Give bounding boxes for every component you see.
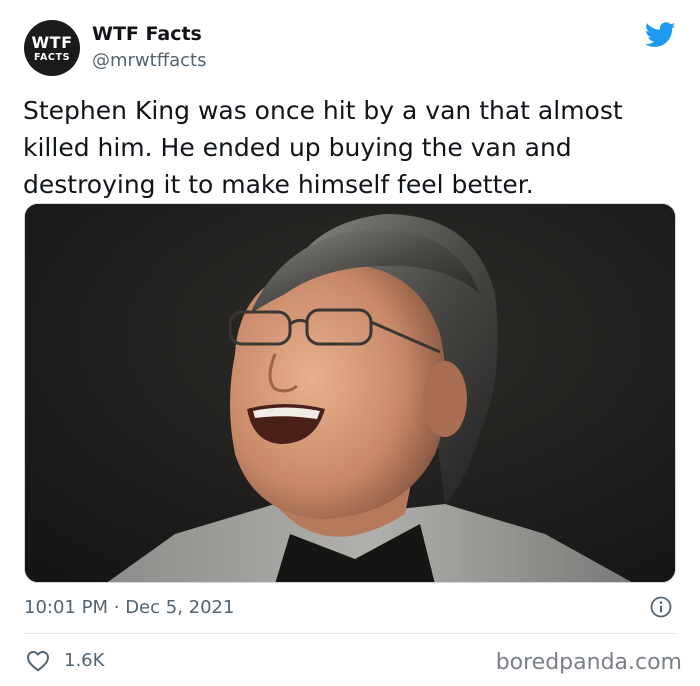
like-count[interactable]: 1.6K xyxy=(64,650,104,671)
info-icon[interactable] xyxy=(650,596,672,618)
avatar[interactable]: WTF FACTS xyxy=(24,20,80,76)
tweet-date: Dec 5, 2021 xyxy=(125,597,235,618)
tweet-card: WTF FACTS WTF Facts @mrwtffacts Stephen … xyxy=(0,0,700,686)
meta-separator: · xyxy=(113,597,120,618)
avatar-line-2: FACTS xyxy=(33,52,71,63)
avatar-line-1: WTF xyxy=(31,33,73,52)
user-handle[interactable]: @mrwtffacts xyxy=(92,50,206,71)
tweet-time: 10:01 PM xyxy=(24,597,108,618)
heart-icon[interactable] xyxy=(26,650,50,672)
portrait-illustration xyxy=(25,204,675,582)
divider xyxy=(24,633,676,634)
twitter-bird-icon[interactable] xyxy=(645,22,676,48)
watermark: boredpanda.com xyxy=(495,650,682,675)
tweet-text: Stephen King was once hit by a van that … xyxy=(23,96,623,199)
display-name[interactable]: WTF Facts xyxy=(92,23,202,45)
tweet-photo[interactable] xyxy=(24,203,676,583)
tweet-timestamp[interactable]: 10:01 PM · Dec 5, 2021 xyxy=(24,597,234,618)
